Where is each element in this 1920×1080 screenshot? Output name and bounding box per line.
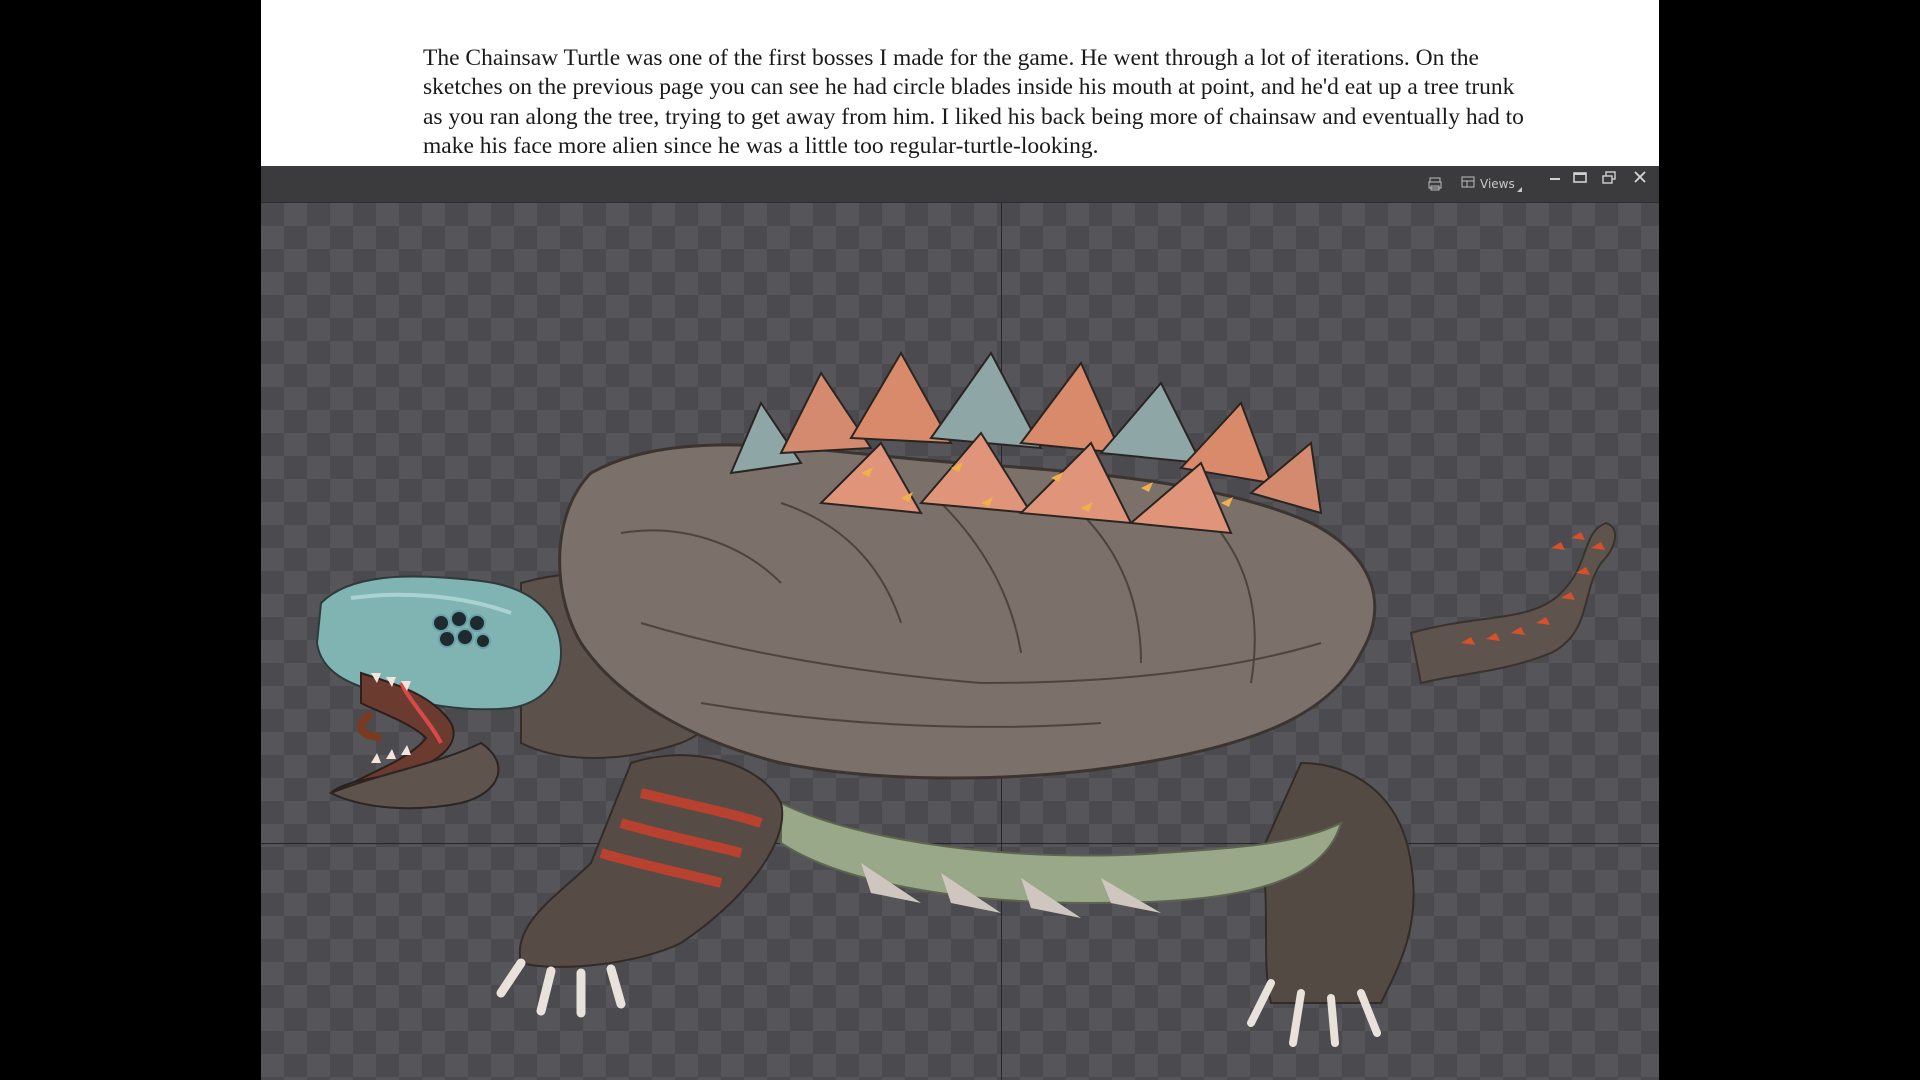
maximize-icon[interactable] — [1571, 170, 1589, 186]
close-icon[interactable] — [1631, 168, 1649, 186]
restore-icon[interactable] — [1600, 170, 1618, 186]
turtle-back-leg — [1259, 761, 1415, 1004]
views-icon — [1461, 176, 1475, 192]
chainsaw-turtle-artwork — [315, 350, 1616, 1047]
turtle-eyes — [432, 610, 491, 649]
minimize-icon[interactable] — [1546, 170, 1564, 186]
turtle-tail — [1409, 521, 1616, 685]
document-page: The Chainsaw Turtle was one of the first… — [261, 0, 1659, 1080]
views-label: Views — [1480, 177, 1515, 191]
caption-text: The Chainsaw Turtle was one of the first… — [423, 44, 1524, 160]
turtle-plastron — [780, 801, 1343, 905]
print-icon[interactable] — [1427, 176, 1443, 192]
artwork-canvas[interactable] — [261, 203, 1659, 1080]
viewer-toolbar: Views — [261, 166, 1659, 203]
image-viewer-window: Views — [261, 166, 1659, 1080]
views-button[interactable]: Views — [1461, 176, 1522, 192]
dropdown-corner-icon — [1516, 186, 1522, 192]
